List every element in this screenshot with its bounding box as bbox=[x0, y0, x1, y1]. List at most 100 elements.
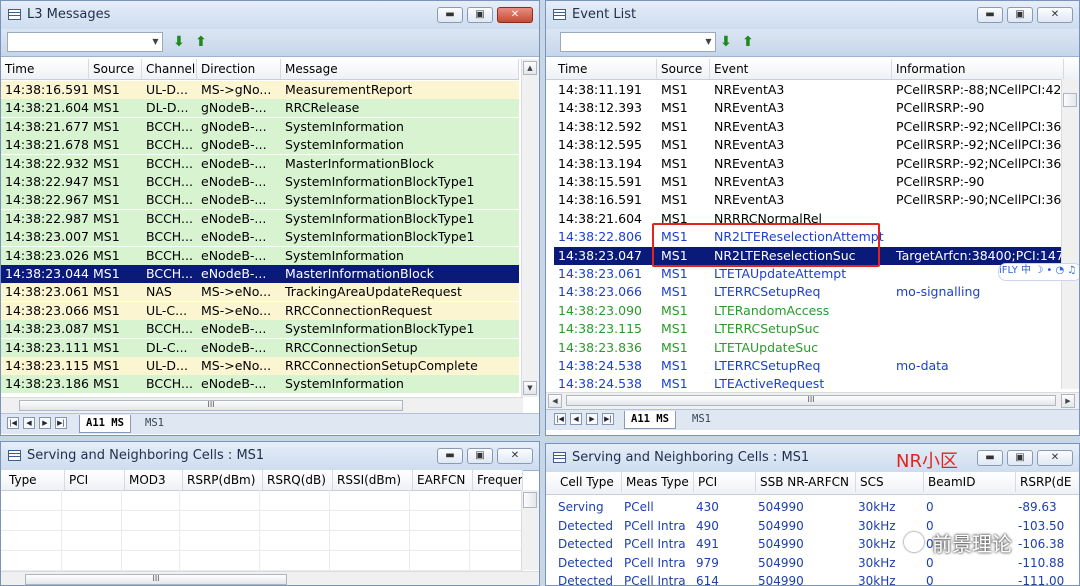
minimize-button[interactable]: ▬ bbox=[437, 448, 463, 464]
table-row[interactable]: 14:38:22.987 MS1 BCCH... eNodeB-... SystemIn… bbox=[1, 209, 519, 228]
column-header-event[interactable]: Event bbox=[710, 59, 892, 79]
column-header-frequer[interactable]: Frequer bbox=[473, 470, 523, 490]
maximize-button[interactable]: ▣ bbox=[467, 7, 493, 23]
table-row[interactable]: 14:38:12.393 MS1 NREventA3 PCellRSRP:-90 bbox=[554, 99, 1064, 117]
scroll-right-icon[interactable]: ▶ bbox=[1061, 394, 1075, 408]
minimize-button[interactable]: ▬ bbox=[437, 7, 463, 23]
column-header-information[interactable]: Information bbox=[892, 59, 1064, 79]
column-header-ssb-nr-arfcn[interactable]: SSB NR-ARFCN bbox=[756, 472, 856, 492]
green-up-arrow-icon[interactable]: ⬆ bbox=[193, 33, 209, 51]
table-row[interactable]: Serving PCell 430 504990 30kHz 0 -89.63 bbox=[546, 498, 1079, 516]
event-horizontal-scrollbar[interactable]: ◀ III ▶ bbox=[546, 392, 1079, 409]
scroll-thumb[interactable]: III bbox=[19, 400, 403, 411]
green-down-arrow-icon[interactable]: ⬇ bbox=[718, 33, 734, 51]
table-row[interactable]: 14:38:23.061 MS1 NAS MS->eNo... TrackingArea… bbox=[1, 283, 519, 302]
close-button[interactable]: ✕ bbox=[1037, 450, 1073, 466]
column-header-pci[interactable]: PCI bbox=[694, 472, 756, 492]
maximize-button[interactable]: ▣ bbox=[467, 448, 493, 464]
chevron-down-icon[interactable]: ▼ bbox=[150, 34, 161, 50]
table-row[interactable]: 14:38:24.538 MS1 LTEActiveRequest bbox=[554, 375, 1064, 393]
column-header-source[interactable]: Source bbox=[89, 59, 142, 79]
table-row[interactable]: 14:38:23.066 MS1 LTERRCSetupReq mo-signalli… bbox=[554, 283, 1064, 301]
table-row[interactable]: 14:38:21.678 MS1 BCCH... gNodeB-... SystemIn… bbox=[1, 136, 519, 155]
chevron-down-icon[interactable]: ▼ bbox=[703, 34, 714, 50]
table-row[interactable]: 14:38:15.591 MS1 NREventA3 PCellRSRP:-90 bbox=[554, 173, 1064, 191]
close-button[interactable]: ✕ bbox=[1037, 7, 1073, 23]
table-row[interactable]: 14:38:23.087 MS1 BCCH... eNodeB-... SystemIn… bbox=[1, 320, 519, 339]
table-row[interactable]: Detected PCell Intra 614 504990 30kHz 0 -111.0… bbox=[546, 572, 1079, 585]
lte-cells-titlebar[interactable]: Serving and Neighboring Cells : MS1 ▬ ▣ … bbox=[1, 442, 539, 471]
first-page-icon[interactable]: |◀ bbox=[7, 417, 19, 429]
last-page-icon[interactable]: ▶| bbox=[602, 413, 614, 425]
table-row[interactable]: 14:38:23.836 MS1 LTETAUpdateSuc bbox=[554, 339, 1064, 357]
table-row[interactable]: 14:38:11.191 MS1 NREventA3 PCellRSRP:-88;NC… bbox=[554, 81, 1064, 99]
column-header-rsrq-db-[interactable]: RSRQ(dB) bbox=[263, 470, 333, 490]
table-row[interactable]: 14:38:23.186 MS1 BCCH... eNodeB-... SystemIn… bbox=[1, 375, 519, 394]
table-row[interactable]: 14:38:23.115 MS1 UL-D... MS->eNo... RRCConne… bbox=[1, 357, 519, 375]
close-button[interactable]: ✕ bbox=[497, 448, 533, 464]
tab-a11-ms[interactable]: A11 MS bbox=[79, 415, 131, 433]
scroll-left-icon[interactable]: ◀ bbox=[548, 394, 562, 408]
table-row[interactable]: 14:38:23.026 MS1 BCCH... eNodeB-... SystemIn… bbox=[1, 246, 519, 265]
table-row[interactable]: 14:38:13.194 MS1 NREventA3 PCellRSRP:-92;NC… bbox=[554, 155, 1064, 173]
minimize-button[interactable]: ▬ bbox=[977, 7, 1003, 23]
table-row[interactable]: 14:38:21.604 MS1 DL-D... gNodeB-... RRCRelea… bbox=[1, 99, 519, 118]
column-header-scs[interactable]: SCS bbox=[856, 472, 924, 492]
column-header-rssi-dbm-[interactable]: RSSI(dBm) bbox=[333, 470, 413, 490]
column-header-earfcn[interactable]: EARFCN bbox=[413, 470, 473, 490]
table-row[interactable]: 14:38:23.066 MS1 UL-C... MS->eNo... RRCConne… bbox=[1, 301, 519, 320]
column-header-source[interactable]: Source bbox=[657, 59, 710, 79]
table-row[interactable]: 14:38:12.592 MS1 NREventA3 PCellRSRP:-92;NC… bbox=[554, 118, 1064, 136]
l3-filter-combo[interactable]: ▼ bbox=[7, 32, 163, 52]
column-header-mod3[interactable]: MOD3 bbox=[125, 470, 183, 490]
column-header-channel[interactable]: Channel bbox=[142, 59, 197, 79]
table-row[interactable]: 14:38:24.538 MS1 LTERRCSetupReq mo-data bbox=[554, 357, 1064, 375]
table-row[interactable]: 14:38:23.090 MS1 LTERandomAccess bbox=[554, 302, 1064, 320]
last-page-icon[interactable]: ▶| bbox=[55, 417, 67, 429]
nr-cells-titlebar[interactable]: Serving and Neighboring Cells : MS1 NR小区… bbox=[546, 444, 1079, 473]
close-button[interactable]: ✕ bbox=[497, 7, 533, 23]
tab-ms1[interactable]: MS1 bbox=[139, 415, 170, 432]
column-header-beamid[interactable]: BeamID bbox=[924, 472, 1016, 492]
table-row[interactable]: 14:38:22.932 MS1 BCCH... eNodeB-... MasterIn… bbox=[1, 154, 519, 173]
green-up-arrow-icon[interactable]: ⬆ bbox=[740, 33, 756, 51]
scroll-thumb[interactable]: III bbox=[25, 574, 287, 585]
minimize-button[interactable]: ▬ bbox=[977, 450, 1003, 466]
scroll-thumb[interactable] bbox=[523, 492, 537, 508]
scroll-thumb[interactable]: III bbox=[566, 395, 1056, 406]
column-header-meas-type[interactable]: Meas Type bbox=[622, 472, 694, 492]
column-header-time[interactable]: Time bbox=[554, 59, 657, 79]
table-row[interactable]: 14:38:12.595 MS1 NREventA3 PCellRSRP:-92;NC… bbox=[554, 136, 1064, 154]
next-page-icon[interactable]: ▶ bbox=[39, 417, 51, 429]
prev-page-icon[interactable]: ◀ bbox=[23, 417, 35, 429]
maximize-button[interactable]: ▣ bbox=[1007, 7, 1033, 23]
lte-horizontal-scrollbar[interactable]: III bbox=[1, 571, 539, 585]
scroll-thumb[interactable] bbox=[1063, 93, 1077, 107]
column-header-direction[interactable]: Direction bbox=[197, 59, 281, 79]
table-row[interactable]: 14:38:23.115 MS1 LTERRCSetupSuc bbox=[554, 320, 1064, 338]
ifly-input-toolbar[interactable]: iFLY 中 ☽ • ◔ ♫ bbox=[998, 263, 1079, 281]
lte-vertical-scrollbar[interactable] bbox=[521, 490, 539, 570]
table-row[interactable]: 14:38:23.007 MS1 BCCH... eNodeB-... SystemIn… bbox=[1, 228, 519, 247]
l3-horizontal-scrollbar[interactable]: III bbox=[1, 397, 523, 414]
first-page-icon[interactable]: |◀ bbox=[554, 413, 566, 425]
event-titlebar[interactable]: Event List ▬ ▣ ✕ bbox=[546, 1, 1079, 30]
table-row[interactable]: 14:38:16.591 MS1 UL-D... MS->gNo... Measurem… bbox=[1, 81, 519, 99]
event-vertical-scrollbar[interactable] bbox=[1061, 79, 1079, 389]
l3-titlebar[interactable]: L3 Messages ▬ ▣ ✕ bbox=[1, 1, 539, 30]
tab-a11-ms[interactable]: A11 MS bbox=[624, 411, 676, 429]
prev-page-icon[interactable]: ◀ bbox=[570, 413, 582, 425]
scroll-up-icon[interactable]: ▲ bbox=[523, 61, 537, 75]
table-row[interactable]: 14:38:16.591 MS1 NREventA3 PCellRSRP:-90;NC… bbox=[554, 191, 1064, 209]
l3-vertical-scrollbar[interactable]: ▲ ▼ bbox=[521, 59, 539, 397]
column-header-rsrp-dbm-[interactable]: RSRP(dBm) bbox=[183, 470, 263, 490]
table-row[interactable]: 14:38:23.111 MS1 DL-C... eNodeB-... RRCConne… bbox=[1, 338, 519, 357]
maximize-button[interactable]: ▣ bbox=[1007, 450, 1033, 466]
column-header-rsrp-de[interactable]: RSRP(dE bbox=[1016, 472, 1079, 492]
event-filter-combo[interactable]: ▼ bbox=[560, 32, 716, 52]
table-row[interactable]: 14:38:21.677 MS1 BCCH... gNodeB-... SystemIn… bbox=[1, 117, 519, 136]
tab-ms1[interactable]: MS1 bbox=[686, 411, 717, 428]
green-down-arrow-icon[interactable]: ⬇ bbox=[171, 33, 187, 51]
table-row[interactable]: 14:38:23.044 MS1 BCCH... eNodeB-... MasterIn… bbox=[1, 265, 519, 283]
next-page-icon[interactable]: ▶ bbox=[586, 413, 598, 425]
